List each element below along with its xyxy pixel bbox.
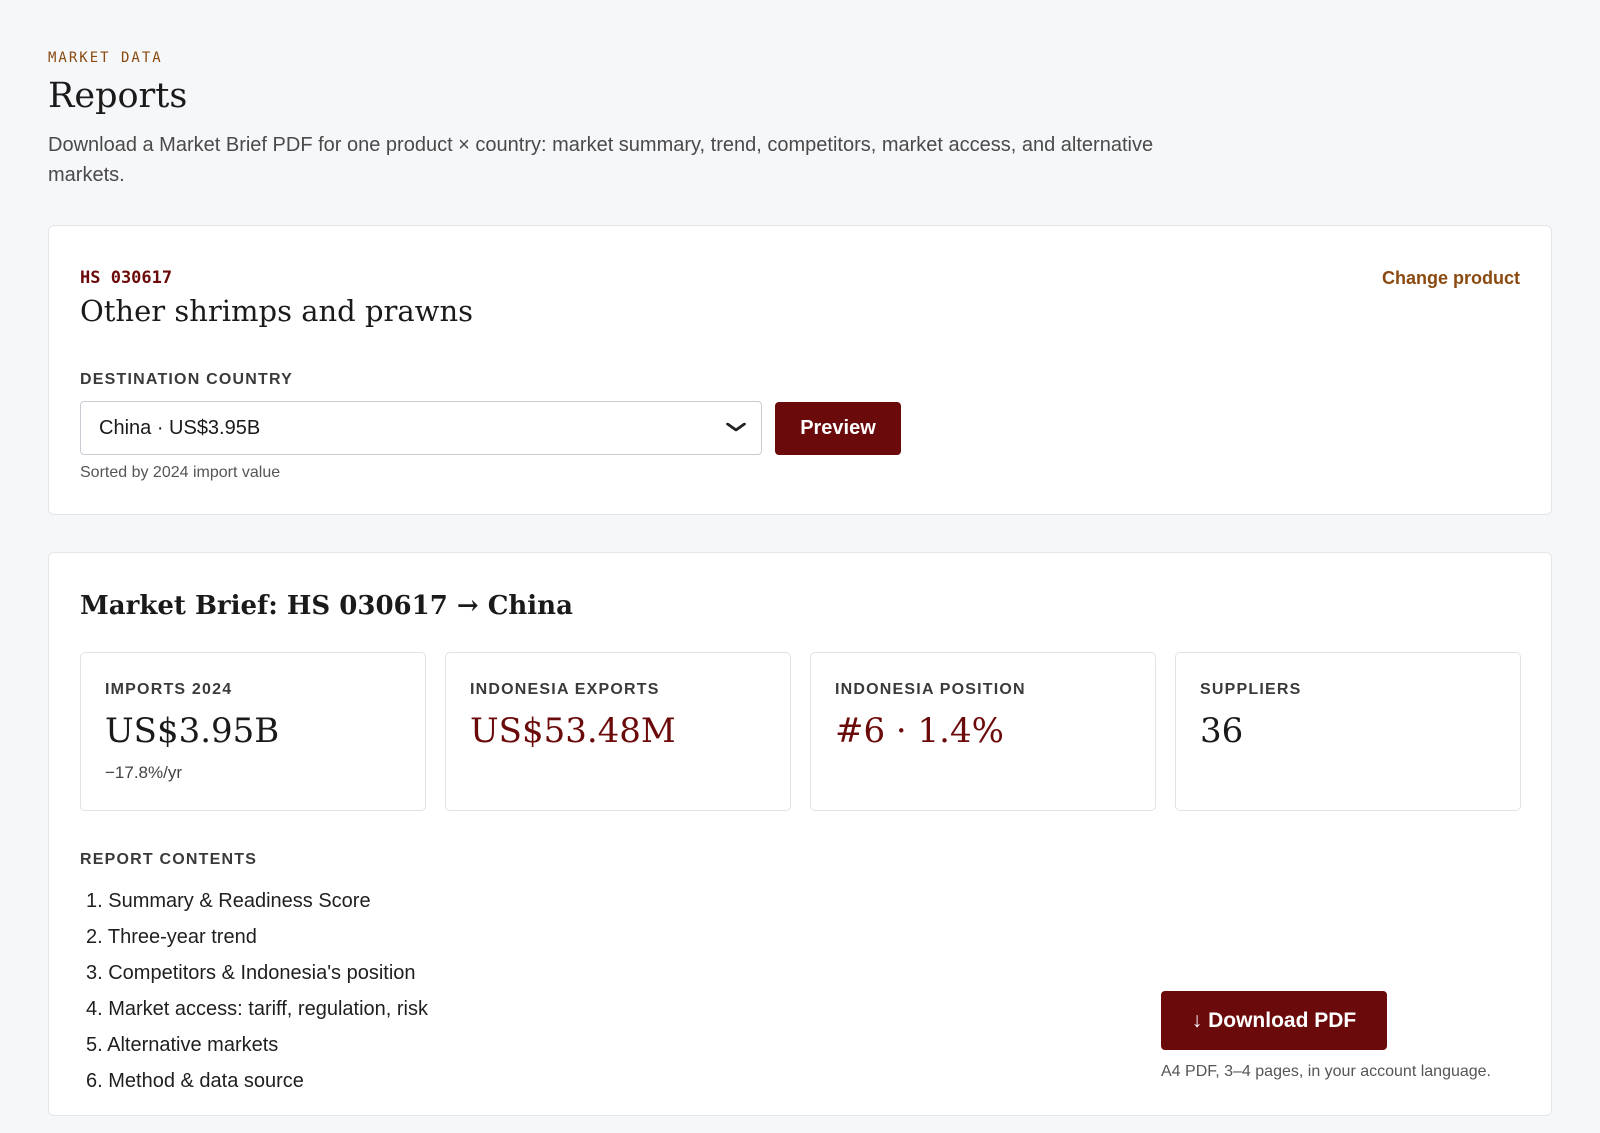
sort-hint: Sorted by 2024 import value: [80, 464, 281, 481]
list-item: 3. Competitors & Indonesia's position: [86, 962, 416, 984]
stat-value: US$3.95B: [105, 711, 280, 751]
stat-value: #6 · 1.4%: [835, 711, 1004, 751]
market-brief-card: Market Brief: HS 030617 → China IMPORTS …: [48, 552, 1552, 1116]
brief-title: Market Brief: HS 030617 → China: [80, 591, 573, 621]
stat-label: IMPORTS 2024: [105, 681, 233, 698]
stat-card-indonesia-position: INDONESIA POSITION #6 · 1.4%: [810, 652, 1156, 811]
stat-card-indonesia-exports: INDONESIA EXPORTS US$53.48M: [445, 652, 791, 811]
product-name: Other shrimps and prawns: [80, 294, 474, 328]
stat-value: US$53.48M: [470, 711, 676, 751]
stat-label: INDONESIA EXPORTS: [470, 681, 660, 698]
stat-label: SUPPLIERS: [1200, 681, 1302, 698]
list-item: 6. Method & data source: [86, 1070, 304, 1092]
section-eyebrow: MARKET DATA: [48, 50, 163, 66]
page-title: Reports: [48, 76, 188, 116]
selected-country-value: China · US$3.95B: [99, 416, 261, 439]
list-item: 1. Summary & Readiness Score: [86, 890, 371, 912]
stat-label: INDONESIA POSITION: [835, 681, 1026, 698]
report-contents-label: REPORT CONTENTS: [80, 851, 258, 868]
chevron-down-icon: [725, 419, 747, 437]
list-item: 5. Alternative markets: [86, 1034, 279, 1056]
report-contents-list: 1. Summary & Readiness Score 2. Three-ye…: [80, 883, 428, 1099]
list-item: 2. Three-year trend: [86, 926, 257, 948]
download-pdf-button[interactable]: ↓ Download PDF: [1161, 991, 1387, 1050]
product-card: HS 030617 Change product Other shrimps a…: [48, 225, 1552, 515]
stat-card-suppliers: SUPPLIERS 36: [1175, 652, 1521, 811]
stat-card-imports: IMPORTS 2024 US$3.95B −17.8%/yr: [80, 652, 426, 811]
destination-country-label: DESTINATION COUNTRY: [80, 371, 294, 388]
list-item: 4. Market access: tariff, regulation, ri…: [86, 998, 428, 1020]
download-format-hint: A4 PDF, 3–4 pages, in your account langu…: [1161, 1063, 1491, 1080]
stat-value: 36: [1200, 711, 1244, 751]
change-product-link[interactable]: Change product: [1382, 268, 1520, 289]
hs-code: HS 030617: [80, 268, 173, 288]
stat-change: −17.8%/yr: [105, 763, 183, 782]
preview-button[interactable]: Preview: [775, 402, 901, 455]
page-description: Download a Market Brief PDF for one prod…: [48, 134, 1154, 186]
destination-country-select[interactable]: China · US$3.95B: [80, 401, 762, 455]
